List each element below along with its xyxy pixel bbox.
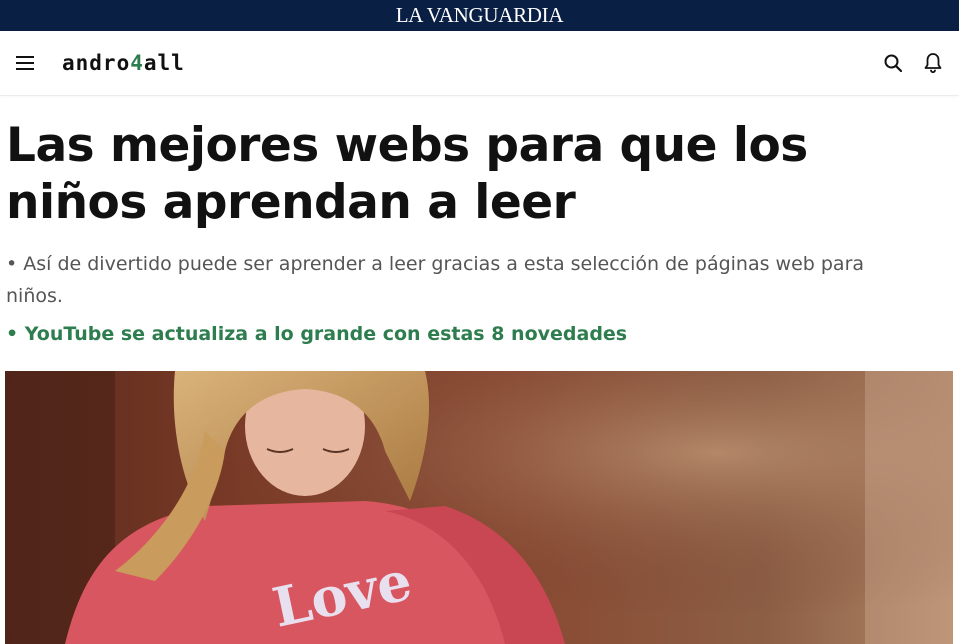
la-vanguardia-logo[interactable]: LA VANGUARDIA	[396, 5, 564, 26]
logo-four: 4	[130, 51, 144, 75]
search-icon	[884, 54, 903, 73]
logo-suffix: all	[143, 51, 185, 75]
andro4all-logo[interactable]: andro 4 all	[62, 51, 185, 75]
bell-icon	[924, 53, 942, 74]
hero-image: Love	[5, 371, 953, 644]
article-subtitle: • Así de divertido puede ser aprender a …	[6, 253, 865, 307]
search-button[interactable]	[881, 51, 905, 75]
article-headline: Las mejores webs para que los niños apre…	[6, 118, 808, 230]
menu-button[interactable]	[13, 52, 37, 74]
la-vanguardia-strip: LA VANGUARDIA	[0, 0, 959, 31]
logo-prefix: andro	[62, 51, 131, 75]
related-article-link[interactable]: • YouTube se actualiza a lo grande con e…	[6, 320, 627, 348]
notifications-button[interactable]	[921, 51, 945, 75]
hero-illustration: Love	[5, 371, 953, 644]
menu-icon	[16, 56, 34, 70]
site-header: andro 4 all	[0, 31, 959, 96]
